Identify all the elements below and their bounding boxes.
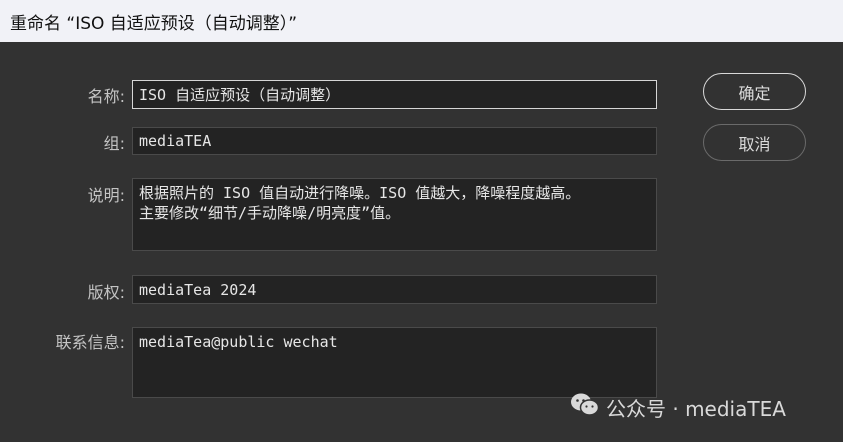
copyright-label: 版权: bbox=[87, 283, 125, 302]
contact-textarea[interactable]: mediaTea@public wechat bbox=[132, 327, 657, 398]
wechat-icon bbox=[570, 392, 600, 423]
watermark-text: 公众号 · mediaTEA bbox=[606, 397, 786, 421]
name-label: 名称: bbox=[87, 87, 125, 106]
copyright-input[interactable]: mediaTea 2024 bbox=[132, 275, 657, 304]
group-select-value: mediaTEA bbox=[139, 132, 212, 150]
description-textarea[interactable]: 根据照片的 ISO 值自动进行降噪。ISO 值越大，降噪程度越高。 主要修改“细… bbox=[132, 178, 657, 251]
rename-preset-dialog: 重命名 “ISO 自适应预设（自动调整）” 名称: ISO 自适应预设（自动调整… bbox=[0, 0, 843, 442]
group-select[interactable]: mediaTEA bbox=[132, 127, 657, 155]
group-label: 组: bbox=[103, 134, 125, 153]
watermark: 公众号 · mediaTEA bbox=[570, 392, 786, 423]
cancel-button[interactable]: 取消 bbox=[703, 124, 806, 161]
dialog-title: 重命名 “ISO 自适应预设（自动调整）” bbox=[0, 0, 843, 42]
contact-label: 联系信息: bbox=[55, 333, 125, 352]
chevron-down-icon bbox=[636, 134, 650, 148]
description-label: 说明: bbox=[87, 186, 125, 205]
ok-button[interactable]: 确定 bbox=[703, 73, 806, 110]
name-input[interactable]: ISO 自适应预设（自动调整） bbox=[132, 80, 657, 109]
